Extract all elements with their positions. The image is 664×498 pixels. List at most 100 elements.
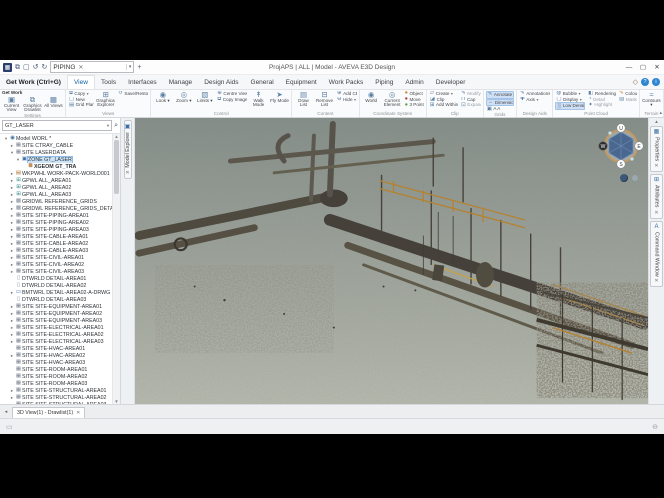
ribbon-tab-work-packs[interactable]: Work Packs	[323, 75, 370, 89]
scroll-down-icon[interactable]: ▼	[114, 399, 118, 404]
tree-item-dtwrld-detail-area02[interactable]: ▯DTWRLD DETAIL-AREA02	[1, 282, 112, 289]
save-restore-button[interactable]: ↺Save/Restore	[117, 91, 148, 97]
look-button[interactable]: ◉Look ▾	[153, 91, 172, 103]
tree-item-site-site-piping-area01[interactable]: ▸▦SITE SITE-PIPING-AREA01	[1, 212, 112, 219]
tree-item-site-ctray-cable[interactable]: ▸▦SITE CTRAY_CABLE	[1, 142, 112, 149]
ribbon-tab-piping[interactable]: Piping	[369, 75, 399, 89]
remove-list-button[interactable]: ⊟Remove List	[315, 91, 334, 108]
command-prompt-icon[interactable]: ▭	[6, 423, 13, 431]
undo-icon[interactable]: ↺	[33, 64, 39, 71]
ribbon-tab-interfaces[interactable]: Interfaces	[122, 75, 163, 89]
tree-item-site-site-cable-area03[interactable]: ▸▦SITE SITE-CABLE-AREA03	[1, 247, 112, 254]
tab-3d-view-drawlist[interactable]: 3D View(1) - Drawlist(1) ✕	[12, 407, 85, 418]
tree-item-site-site-cable-area02[interactable]: ▸▦SITE SITE-CABLE-AREA02	[1, 240, 112, 247]
world-button[interactable]: ◉World	[362, 91, 381, 103]
three-points-button[interactable]: ●3 Points	[404, 102, 424, 108]
tab-command-window[interactable]: ACommand Window✕	[650, 221, 663, 288]
diamond-icon[interactable]: ◇	[633, 78, 638, 86]
restore-button[interactable]: ▢	[636, 63, 650, 71]
dimension-button[interactable]: ↔Dimension	[486, 99, 514, 107]
axis-button[interactable]: ✚Axis▾	[519, 97, 550, 103]
draw-list-button[interactable]: ▤Draw List	[294, 91, 313, 108]
close-icon[interactable]: ✕	[654, 210, 658, 216]
graphics-drawlist-button[interactable]: ⧉Graphics Drawlist	[23, 96, 42, 113]
tree-item-site-site-room-area03[interactable]: ▦SITE SITE-ROOM-AREA03	[1, 380, 112, 387]
tree-item-dtwrld-detail-area01[interactable]: ▯DTWRLD DETAIL-AREA01	[1, 275, 112, 282]
tree-item-site-site-equipment-area01[interactable]: ▸▦SITE SITE-EQUIPMENT-AREA01	[1, 303, 112, 310]
ribbon-tab-get-work-ctrl-g[interactable]: Get Work (Ctrl+G)	[0, 75, 67, 89]
tree-item-model-worl[interactable]: ▾◉Model WORL *	[1, 135, 112, 142]
scroll-up-icon[interactable]: ▲	[114, 134, 118, 139]
tree-item-site-site-piping-area03[interactable]: ▸▦SITE SITE-PIPING-AREA03	[1, 226, 112, 233]
redo-icon[interactable]: ↻	[42, 64, 48, 71]
tree-item-site-site-equipment-area03[interactable]: ▸▦SITE SITE-EQUIPMENT-AREA03	[1, 317, 112, 324]
close-icon[interactable]: ✕	[76, 410, 80, 416]
tree-scrollbar[interactable]: ▲ ▼	[112, 134, 120, 404]
tree-item-gridwl-reference-grids-detail[interactable]: ▸▩GRIDWL REFERENCE_GRIDS_DETAIL	[1, 205, 112, 212]
info-icon[interactable]: i	[652, 78, 660, 86]
tab-scroll-left-icon[interactable]: ◂	[2, 409, 10, 415]
tree-item-bmtwrl-detail-area02-a-drwg[interactable]: ▸▭BMTWRL DETAIL-AREA02-A-DRWG	[1, 289, 112, 296]
close-icon[interactable]: ✕	[654, 163, 658, 169]
tree-item-wkpwhl-work-pack-world001[interactable]: ▸▤WKPWHL WORK-PACK-WORLD001	[1, 170, 112, 177]
ribbon-tab-design-aids[interactable]: Design Aids	[198, 75, 244, 89]
tree-item-site-site-structural-area01[interactable]: ▸▦SITE SITE-STRUCTURAL-AREA01	[1, 387, 112, 394]
chevron-down-icon[interactable]: ▾	[107, 123, 109, 129]
current-view-button[interactable]: ▣Current View	[2, 96, 21, 113]
close-icon[interactable]: ✕	[125, 170, 129, 176]
tab-attributes[interactable]: ⊞Attributes✕	[650, 174, 663, 218]
tree-item-site-site-civil-area03[interactable]: ▸▦SITE SITE-CIVIL-AREA03	[1, 268, 112, 275]
zoom-button[interactable]: ◎Zoom ▾	[174, 91, 193, 103]
walk-mode-button[interactable]: ↟Walk Mode	[249, 91, 268, 108]
close-button[interactable]: ✕	[650, 63, 664, 71]
low-density-button[interactable]: ▒Low Density	[555, 102, 585, 110]
tree-item-site-site-electrical-area03[interactable]: ▸▦SITE SITE-ELECTRICAL-AREA03	[1, 338, 112, 345]
scroll-up-icon[interactable]: ▲	[654, 119, 658, 124]
tree-item-site-site-room-area02[interactable]: ▦SITE SITE-ROOM-AREA02	[1, 373, 112, 380]
ribbon-tab-view[interactable]: View	[67, 75, 95, 89]
tree-item-dtwrld-detail-area03[interactable]: ▯DTWRLD DETAIL-AREA03	[1, 296, 112, 303]
window-icon[interactable]: ⧉	[15, 64, 20, 71]
minimize-button[interactable]: —	[622, 64, 636, 71]
viewport-canvas[interactable]: U E S W	[135, 118, 648, 404]
graphical-explorer-button[interactable]: ⊞Graphical Explorer	[96, 91, 115, 108]
link-icon[interactable]: ▢	[23, 64, 30, 71]
tree-item-site-site-cable-area01[interactable]: ▸▦SITE SITE-CABLE-AREA01	[1, 233, 112, 240]
ribbon-tab-admin[interactable]: Admin	[399, 75, 429, 89]
clear-icon[interactable]: ✕	[78, 64, 83, 71]
copy-image-button[interactable]: ⧉Copy Image▾	[216, 97, 247, 103]
chevron-down-icon[interactable]: ▾	[126, 64, 132, 70]
tree-item-site-site-civil-area02[interactable]: ▸▦SITE SITE-CIVIL-AREA02	[1, 261, 112, 268]
tree-item-gpwl-all-area01[interactable]: ▸⊞GPWL ALL_AREA01	[1, 177, 112, 184]
grid-plane-button[interactable]: ▤Grid Plane	[68, 102, 94, 108]
add-within-button[interactable]: ⊞Add Within▾	[429, 102, 458, 108]
add-icon[interactable]: +	[137, 64, 141, 71]
all-views-button[interactable]: ▦All Views	[44, 96, 63, 108]
ribbon-tab-equipment[interactable]: Equipment	[280, 75, 323, 89]
expand-button[interactable]: ⊡Expand	[460, 102, 481, 108]
mask-button[interactable]: ▨Mask	[618, 97, 637, 103]
globe-icon[interactable]	[620, 174, 628, 182]
hide-button[interactable]: ⊖Hide▾	[336, 97, 357, 103]
navigation-compass[interactable]: U E S W	[598, 123, 644, 169]
orbit-icon[interactable]	[632, 175, 638, 181]
current-element-button[interactable]: ◎Current Element	[383, 91, 402, 108]
ribbon-tab-general[interactable]: General	[245, 75, 280, 89]
get-work-label[interactable]: Get Work	[2, 90, 22, 95]
discipline-combo[interactable]: PIPING ✕ ▾	[50, 61, 134, 73]
annotate-button[interactable]: ✎Annotate	[486, 91, 514, 99]
tree-item-gpwl-all-area02[interactable]: ▸⊞GPWL ALL_AREA02	[1, 184, 112, 191]
search-icon[interactable]: ⌕	[114, 122, 118, 129]
ribbon-tab-developer[interactable]: Developer	[430, 75, 472, 89]
tree-item-site-site-room-area01[interactable]: ▦SITE SITE-ROOM-AREA01	[1, 366, 112, 373]
tree-item-site-site-civil-area01[interactable]: ▸▦SITE SITE-CIVIL-AREA01	[1, 254, 112, 261]
contours-button[interactable]: ≈Contours ▾	[642, 91, 661, 108]
tree-item-gpwl-all-area03[interactable]: ▸⊞GPWL ALL_AREA03	[1, 191, 112, 198]
tree-item-site-site-electrical-area02[interactable]: ▸▦SITE SITE-ELECTRICAL-AREA02	[1, 331, 112, 338]
tab-properties[interactable]: ▦Properties✕	[650, 126, 663, 172]
tree-item-site-laserdata[interactable]: ▾▦SITE LASERDATA	[1, 149, 112, 156]
tree-item-site-site-equipment-area02[interactable]: ▸▦SITE SITE-EQUIPMENT-AREA02	[1, 310, 112, 317]
fly-mode-button[interactable]: ➤Fly Mode	[270, 91, 289, 103]
tree-item-gridwl-reference-grids[interactable]: ▸▩GRIDWL REFERENCE_GRIDS	[1, 198, 112, 205]
tree-item-site-site-hvac-area02[interactable]: ▸▦SITE SITE-HVAC-AREA02	[1, 352, 112, 359]
